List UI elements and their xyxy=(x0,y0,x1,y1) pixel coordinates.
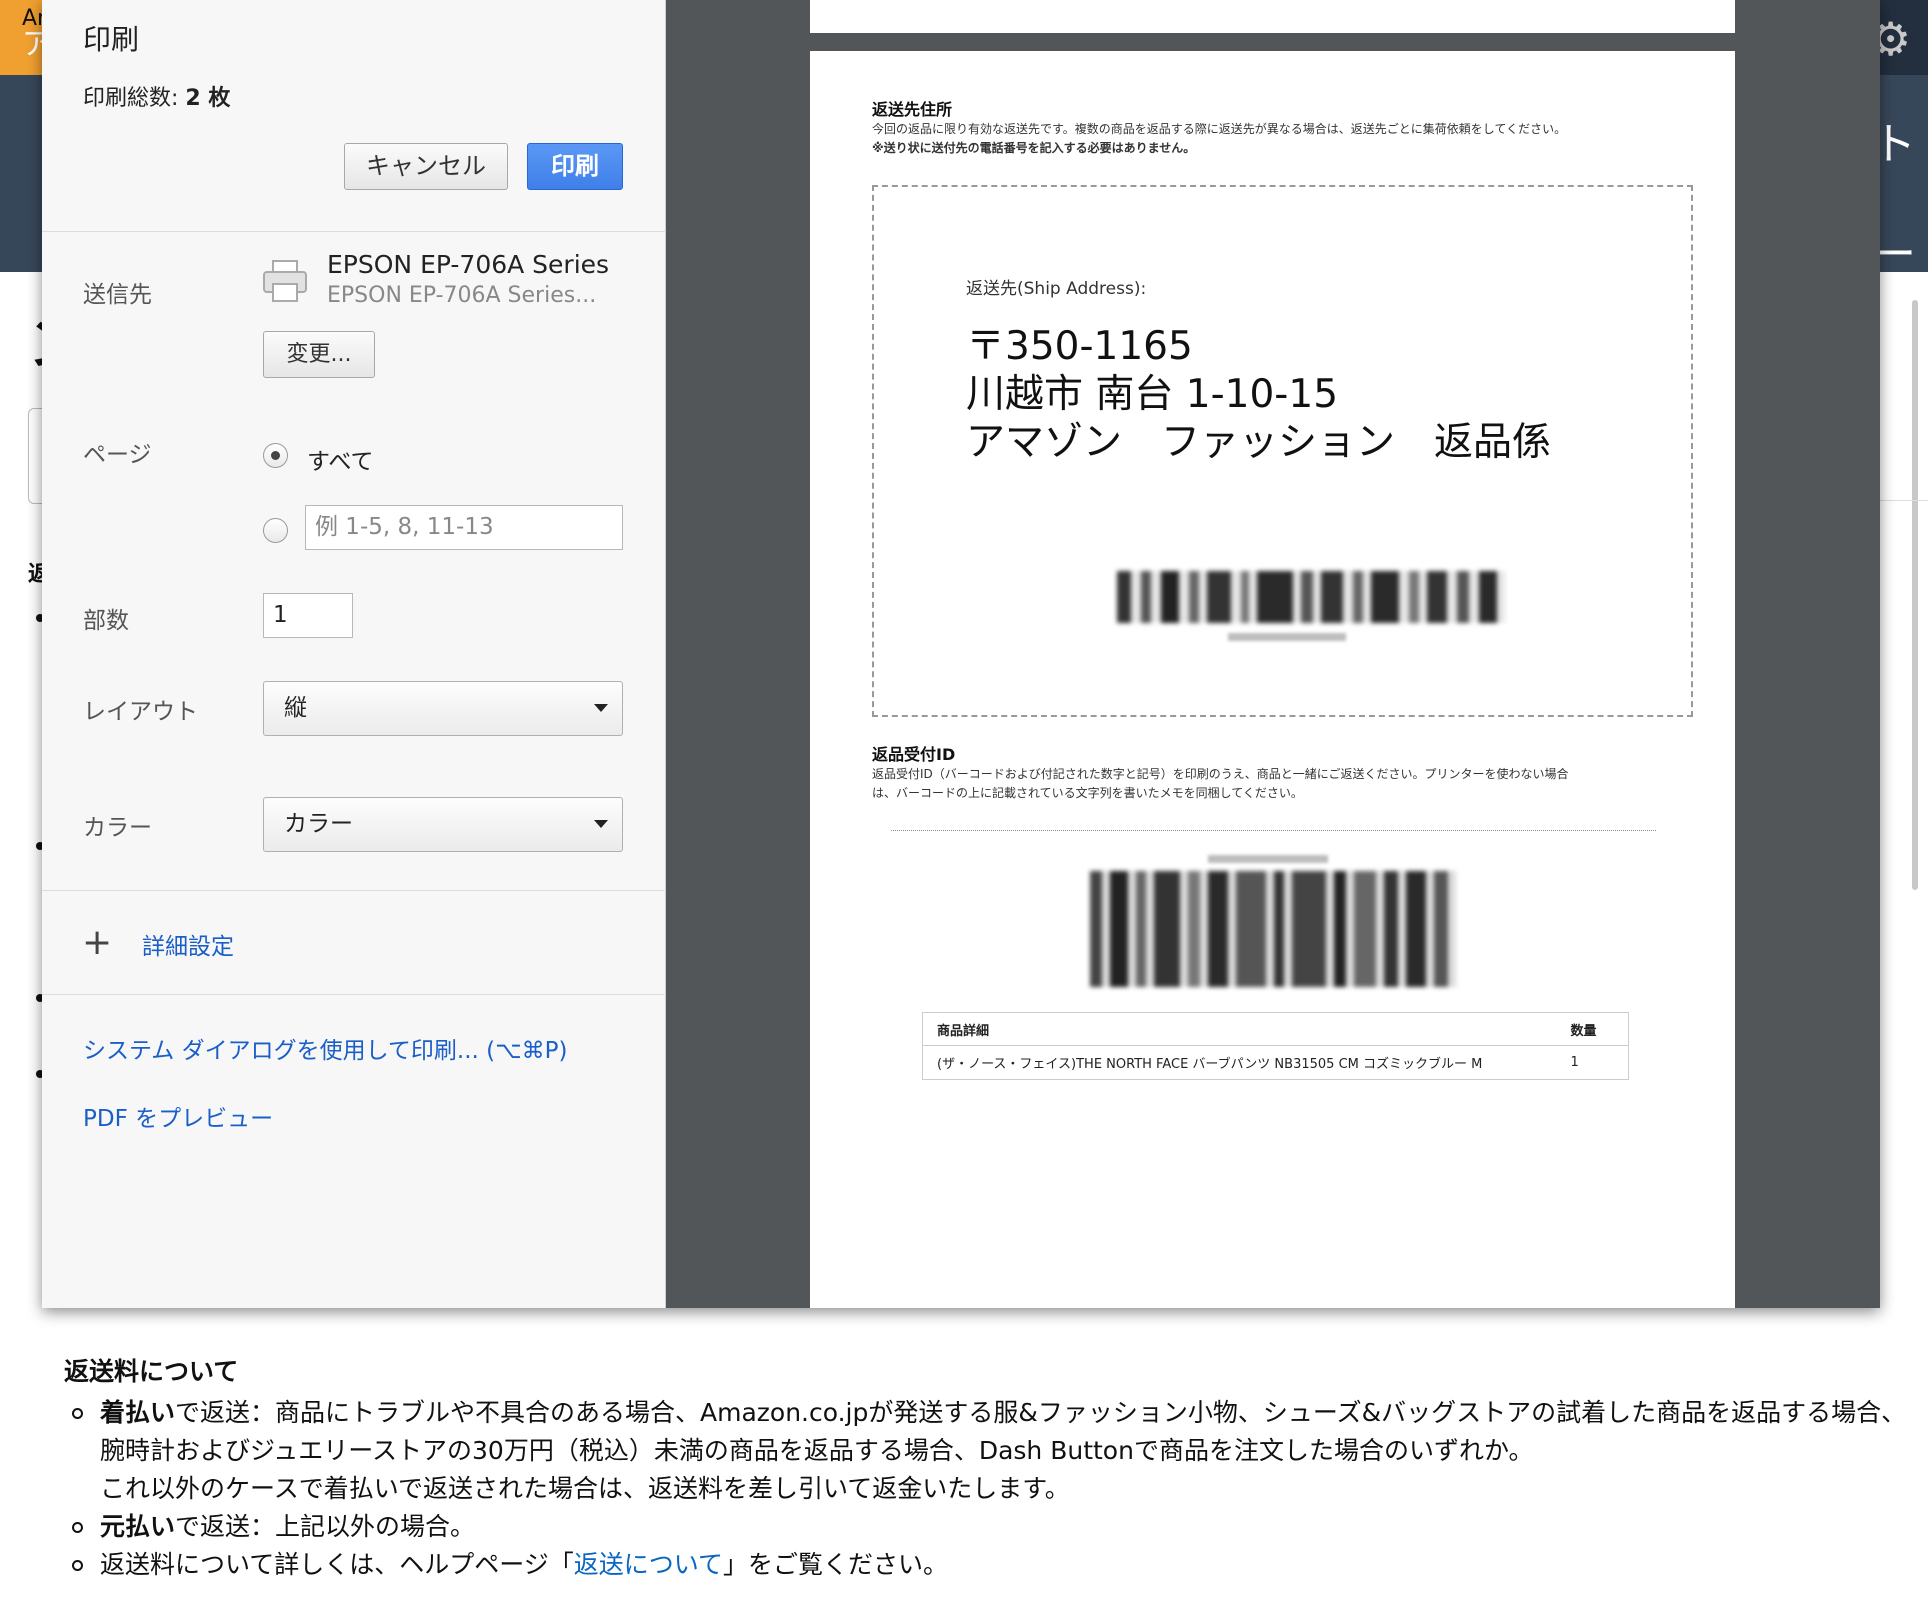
destination-label: 送信先 xyxy=(83,282,152,308)
preview-page: 返送先住所 今回の返品に限り有効な返送先です。複数の商品を返品する際に返送先が異… xyxy=(810,51,1735,1308)
table-header-row: 商品詳細 数量 xyxy=(922,1012,1629,1046)
pages-all-radio[interactable] xyxy=(263,443,288,468)
fee-item-prefix: 返送料について詳しくは、ヘルプページ「 xyxy=(100,1550,574,1579)
print-settings-panel: 印刷 印刷総数: 2 枚 キャンセル 印刷 送信先 EPSON EP-706A … xyxy=(42,0,666,1308)
table-row: (ザ・ノース・フェイス)THE NORTH FACE バーブパンツ NB3150… xyxy=(923,1046,1629,1080)
fee-type-bold: 着払い xyxy=(100,1398,176,1427)
fee-type-bold: 元払い xyxy=(100,1512,176,1541)
circle-bullet-icon xyxy=(72,1522,83,1533)
dotted-separator xyxy=(891,830,1656,831)
fee-item-text: で返送：商品にトラブルや不具合のある場合、Amazon.co.jpが発送する服&… xyxy=(100,1398,1907,1465)
layout-select[interactable]: 縦 xyxy=(263,681,623,736)
return-id-desc: 返品受付ID（バーコードおよび付記された数字と記号）を印刷のうえ、商品と一緒にご… xyxy=(872,767,1569,781)
printer-description: EPSON EP-706A Series... xyxy=(327,283,597,308)
col-quantity: 数量 xyxy=(1556,1012,1629,1046)
return-fee-section: 返送料について 着払いで返送：商品にトラブルや不具合のある場合、Amazon.c… xyxy=(64,1352,1928,1584)
barcode-caption xyxy=(1228,633,1346,641)
total-sheets-value: 2 枚 xyxy=(185,86,231,111)
preview-page-previous xyxy=(810,0,1735,33)
ship-address-box: 返送先(Ship Address): 〒350-1165 川越市 南台 1-10… xyxy=(872,185,1693,717)
copies-input[interactable]: 1 xyxy=(263,593,353,638)
fee-item-text: で返送：上記以外の場合。 xyxy=(175,1512,476,1541)
circle-bullet-icon xyxy=(72,1560,83,1571)
section-divider xyxy=(42,890,666,891)
return-address-note: ※送り状に送付先の電話番号を記入する必要はありません。 xyxy=(872,139,1195,158)
total-sheets-label: 印刷総数: xyxy=(83,86,186,111)
item-detail-cell: (ザ・ノース・フェイス)THE NORTH FACE バーブパンツ NB3150… xyxy=(937,1057,1483,1072)
header-text-fragment-2: ート xyxy=(1872,229,1916,344)
return-address-heading: 返送先住所 xyxy=(872,100,953,119)
phone-note: ※送り状に送付先の電話番号を記入する必要はありません。 xyxy=(872,141,1196,155)
ship-recipient: アマゾン ファッション 返品係 xyxy=(966,420,1552,465)
return-id-barcode xyxy=(1090,871,1456,987)
change-printer-button[interactable]: 変更... xyxy=(263,331,375,378)
return-fee-list: 着払いで返送：商品にトラブルや不具合のある場合、Amazon.co.jpが発送す… xyxy=(64,1394,1928,1584)
page-scrollbar[interactable] xyxy=(1912,300,1918,890)
color-label: カラー xyxy=(83,815,152,841)
return-help-link[interactable]: 返送について xyxy=(574,1550,723,1579)
pdf-preview-link[interactable]: PDF をプレビュー xyxy=(83,1099,273,1133)
plus-icon[interactable]: + xyxy=(82,925,112,961)
address-barcode xyxy=(1117,571,1505,623)
return-address-desc: 今回の返品に限り有効な返送先です。複数の商品を返品する際に返送先が異なる場合は、… xyxy=(872,122,1567,136)
list-item: 着払いで返送：商品にトラブルや不具合のある場合、Amazon.co.jpが発送す… xyxy=(64,1394,1928,1508)
dropdown-arrow-icon xyxy=(594,820,608,828)
circle-bullet-icon xyxy=(72,1408,83,1419)
advanced-settings-link[interactable]: 詳細設定 xyxy=(142,927,234,961)
print-button[interactable]: 印刷 xyxy=(527,143,623,190)
print-preview-area[interactable]: 返送先住所 今回の返品に限り有効な返送先です。複数の商品を返品する際に返送先が異… xyxy=(666,0,1880,1308)
return-fee-title: 返送料について xyxy=(64,1357,239,1386)
list-item: 元払いで返送：上記以外の場合。 xyxy=(64,1508,1928,1546)
layout-value: 縦 xyxy=(284,695,307,721)
fee-item-note: これ以外のケースで着払いで返送された場合は、返送料を差し引いて返金いたします。 xyxy=(100,1474,1070,1503)
page-range-input[interactable]: 例 1-5, 8, 11-13 xyxy=(305,505,623,550)
barcode-caption xyxy=(1208,855,1328,863)
layout-label: レイアウト xyxy=(83,699,198,725)
return-id-desc-2: は、バーコードの上に記載されている文字列を書いたメモを同梱してください。 xyxy=(872,786,1303,800)
background-divider xyxy=(1880,500,1928,501)
list-item: 返送料について詳しくは、ヘルプページ「返送について」をご覧ください。 xyxy=(64,1546,1928,1584)
system-dialog-link[interactable]: システム ダイアログを使用して印刷... (⌥⌘P) xyxy=(83,1031,568,1065)
pages-all-label: すべて xyxy=(307,449,374,475)
copies-label: 部数 xyxy=(83,608,129,634)
dropdown-arrow-icon xyxy=(594,704,608,712)
section-divider xyxy=(42,994,666,995)
total-sheets: 印刷総数: 2 枚 xyxy=(83,80,230,112)
ship-address-label: 返送先(Ship Address): xyxy=(966,279,1147,299)
dialog-title: 印刷 xyxy=(83,23,140,56)
printer-icon xyxy=(263,260,307,302)
item-quantity-cell: 1 xyxy=(1570,1055,1579,1070)
pages-label: ページ xyxy=(83,442,152,468)
return-id-heading: 返品受付ID xyxy=(872,745,956,764)
pages-range-radio[interactable] xyxy=(263,518,288,543)
fee-item-suffix: 」をご覧ください。 xyxy=(723,1550,949,1579)
cancel-button[interactable]: キャンセル xyxy=(344,143,508,190)
section-divider xyxy=(42,231,666,232)
items-table: 商品詳細 数量 (ザ・ノース・フェイス)THE NORTH FACE バーブパン… xyxy=(922,1012,1629,1080)
printer-name: EPSON EP-706A Series xyxy=(327,250,610,279)
print-dialog: 印刷 印刷総数: 2 枚 キャンセル 印刷 送信先 EPSON EP-706A … xyxy=(42,0,1880,1308)
col-item-detail: 商品詳細 xyxy=(922,1012,1557,1046)
color-value: カラー xyxy=(284,811,353,837)
color-select[interactable]: カラー xyxy=(263,797,623,852)
